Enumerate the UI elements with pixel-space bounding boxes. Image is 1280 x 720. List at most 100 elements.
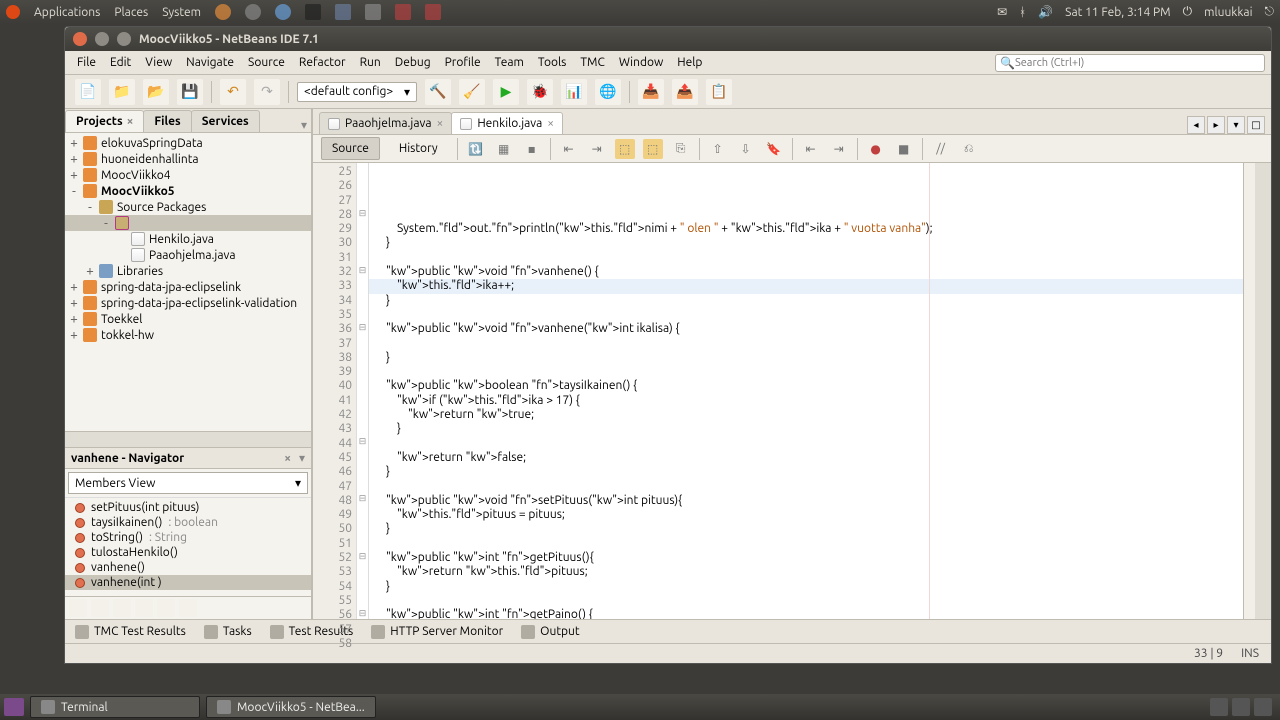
panel-menu-button[interactable]: ▾ [297, 118, 311, 132]
show-desktop-button[interactable] [4, 698, 24, 716]
menu-tools[interactable]: Tools [532, 54, 573, 71]
toggle-bookmark-icon[interactable]: 🔖 [764, 139, 784, 159]
navigator-item[interactable]: setPituus(int pituus) [65, 500, 311, 515]
highlight-icon[interactable]: ⬚ [643, 139, 663, 159]
mail-icon[interactable]: ✉ [997, 5, 1007, 19]
code-editor[interactable]: 2526272829303132333435363738394041424344… [313, 163, 1271, 619]
trash-icon[interactable] [1254, 698, 1272, 716]
scroll-left-button[interactable]: ◂ [1187, 116, 1205, 134]
nav-filter-4[interactable] [135, 599, 153, 617]
next-bookmark-icon[interactable]: ⇩ [736, 139, 756, 159]
nav-filter-6[interactable] [179, 599, 197, 617]
app-icon[interactable] [275, 4, 291, 20]
tmc-button-3[interactable]: 📋 [706, 79, 732, 105]
menu-file[interactable]: File [71, 54, 102, 71]
profile-button[interactable]: 📊 [561, 79, 587, 105]
box-icon[interactable] [335, 4, 351, 20]
tree-node[interactable]: Paaohjelma.java [65, 247, 311, 263]
os-menu-system[interactable]: System [162, 6, 201, 19]
find-next-icon[interactable]: ⇥ [587, 139, 607, 159]
tab-services[interactable]: Services [191, 110, 260, 132]
vertical-scrollbar[interactable] [1255, 163, 1271, 619]
tree-node[interactable]: - [65, 215, 311, 231]
menu-view[interactable]: View [139, 54, 178, 71]
tab-files[interactable]: Files [143, 110, 191, 132]
nav-filter-1[interactable] [69, 599, 87, 617]
chrome-icon[interactable] [245, 4, 261, 20]
tree-node[interactable]: +MoocViikko4 [65, 167, 311, 183]
menu-refactor[interactable]: Refactor [293, 54, 352, 71]
editor-icon[interactable]: ⎘ [671, 139, 691, 159]
undo-button[interactable]: ↶ [220, 79, 246, 105]
tab-tmc-results[interactable]: TMC Test Results [75, 625, 186, 639]
new-project-button[interactable]: 📁 [109, 79, 135, 105]
menu-window[interactable]: Window [613, 54, 669, 71]
comment-icon[interactable]: // [931, 139, 951, 159]
tree-node[interactable]: Henkilo.java [65, 231, 311, 247]
tree-node[interactable]: +Toekkel [65, 311, 311, 327]
navigator-item[interactable]: taysiIkainen() : boolean [65, 515, 311, 530]
menu-edit[interactable]: Edit [104, 54, 137, 71]
tree-node[interactable]: -MoocViikko5 [65, 183, 311, 199]
tree-scrollbar[interactable] [65, 431, 311, 447]
clock[interactable]: Sat 11 Feb, 3:14 PM [1065, 6, 1170, 19]
tree-node[interactable]: -Source Packages [65, 199, 311, 215]
error-stripe[interactable] [1243, 163, 1255, 619]
editor-icon[interactable]: 🔃 [466, 139, 486, 159]
nav-filter-2[interactable] [91, 599, 109, 617]
close-icon[interactable]: × [547, 117, 554, 130]
run-config-select[interactable]: <default config>▾ [297, 82, 417, 102]
gedit-icon[interactable] [365, 4, 381, 20]
navigator-item[interactable]: toString() : String [65, 530, 311, 545]
firefox-icon[interactable] [215, 4, 231, 20]
menu-help[interactable]: Help [671, 54, 708, 71]
macro-stop-icon[interactable]: ■ [894, 139, 914, 159]
workspace-switcher[interactable] [1232, 698, 1250, 716]
tmc-button-1[interactable]: 📥 [638, 79, 664, 105]
maximize-editor-button[interactable]: □ [1247, 116, 1265, 134]
search-input[interactable] [1015, 57, 1260, 69]
os-menu-applications[interactable]: Applications [34, 6, 100, 19]
navigator-item[interactable]: vanhene(int ) [65, 575, 311, 590]
tray-icon[interactable] [1210, 698, 1228, 716]
prev-bookmark-icon[interactable]: ⇧ [708, 139, 728, 159]
highlight-icon[interactable]: ⬚ [615, 139, 635, 159]
ubuntu-logo-icon[interactable] [6, 5, 20, 19]
file-tab-henkilo[interactable]: Henkilo.java× [451, 112, 563, 134]
macro-record-icon[interactable]: ● [866, 139, 886, 159]
save-all-button[interactable]: 💾 [177, 79, 203, 105]
tree-node[interactable]: +spring-data-jpa-eclipselink [65, 279, 311, 295]
menu-team[interactable]: Team [489, 54, 530, 71]
shift-left-icon[interactable]: ⇤ [801, 139, 821, 159]
tree-node[interactable]: +elokuvaSpringData [65, 135, 311, 151]
clean-build-button[interactable]: 🧹 [459, 79, 485, 105]
tab-http-monitor[interactable]: HTTP Server Monitor [371, 625, 503, 639]
file-tab-paaohjelma[interactable]: Paaohjelma.java× [319, 112, 452, 134]
menu-run[interactable]: Run [354, 54, 387, 71]
line-gutter[interactable]: 2526272829303132333435363738394041424344… [313, 163, 357, 619]
tab-projects[interactable]: Projects× [65, 110, 144, 132]
history-view-button[interactable]: History [388, 137, 449, 160]
power-icon[interactable]: ⏻ [1183, 5, 1193, 19]
window-minimize-button[interactable] [95, 32, 109, 46]
window-titlebar[interactable]: MoocViikko5 - NetBeans IDE 7.1 [65, 27, 1271, 51]
menu-debug[interactable]: Debug [389, 54, 437, 71]
scroll-right-button[interactable]: ▸ [1207, 116, 1225, 134]
fold-column[interactable]: ⊟⊟⊟⊟⊟⊟⊟ [357, 163, 369, 619]
build-button[interactable]: 🔨 [425, 79, 451, 105]
tab-output[interactable]: Output [521, 625, 579, 639]
app3-icon[interactable] [425, 4, 441, 20]
open-button[interactable]: 📂 [143, 79, 169, 105]
nav-filter-3[interactable] [113, 599, 131, 617]
menu-source[interactable]: Source [242, 54, 291, 71]
close-icon[interactable]: × [127, 115, 134, 128]
navigator-item[interactable]: vanhene() [65, 560, 311, 575]
window-maximize-button[interactable] [117, 32, 131, 46]
redo-button[interactable]: ↷ [254, 79, 280, 105]
code-content[interactable]: System."fld">out."fn">println("kw">this.… [369, 163, 1243, 619]
navigator-view-select[interactable]: Members View▾ [68, 472, 308, 494]
session-icon[interactable]: ⎋ [1265, 5, 1275, 19]
shift-right-icon[interactable]: ⇥ [829, 139, 849, 159]
terminal-icon[interactable] [305, 4, 321, 20]
taskbar-item-terminal[interactable]: Terminal [30, 696, 200, 718]
